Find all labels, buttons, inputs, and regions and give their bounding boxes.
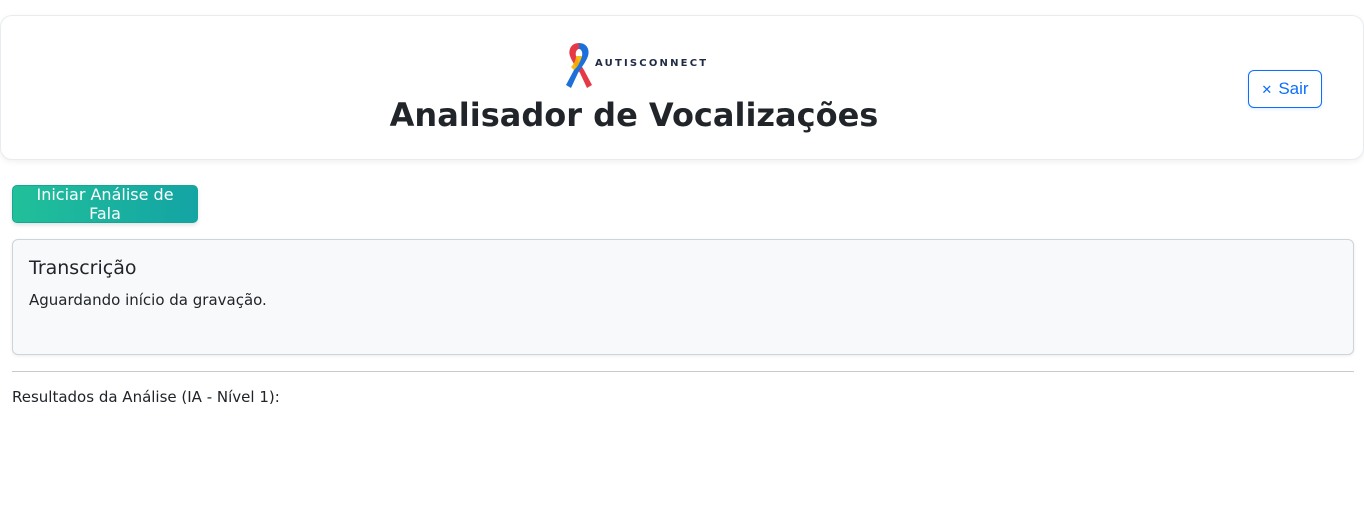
page-title: Analisador de Vocalizações xyxy=(389,96,879,134)
start-speech-analysis-button[interactable]: Iniciar Análise de Fala xyxy=(12,185,198,223)
header-card: AUTISCONNECT Analisador de Vocalizações … xyxy=(0,15,1364,160)
autisconnect-logo: AUTISCONNECT xyxy=(563,40,709,92)
section-divider xyxy=(12,371,1354,372)
transcript-status: Aguardando início da gravação. xyxy=(29,291,267,309)
logo-wordmark: AUTISCONNECT xyxy=(595,58,709,69)
transcript-title: Transcrição xyxy=(29,257,137,279)
transcript-card: Transcrição Aguardando início da gravaçã… xyxy=(12,239,1354,355)
results-heading: Resultados da Análise (IA - Nível 1): xyxy=(12,388,280,406)
awareness-ribbon-icon xyxy=(566,43,592,88)
exit-button-label: Sair xyxy=(1278,79,1309,98)
close-icon: ✕ xyxy=(1261,81,1273,97)
exit-button[interactable]: ✕ Sair xyxy=(1248,70,1322,108)
